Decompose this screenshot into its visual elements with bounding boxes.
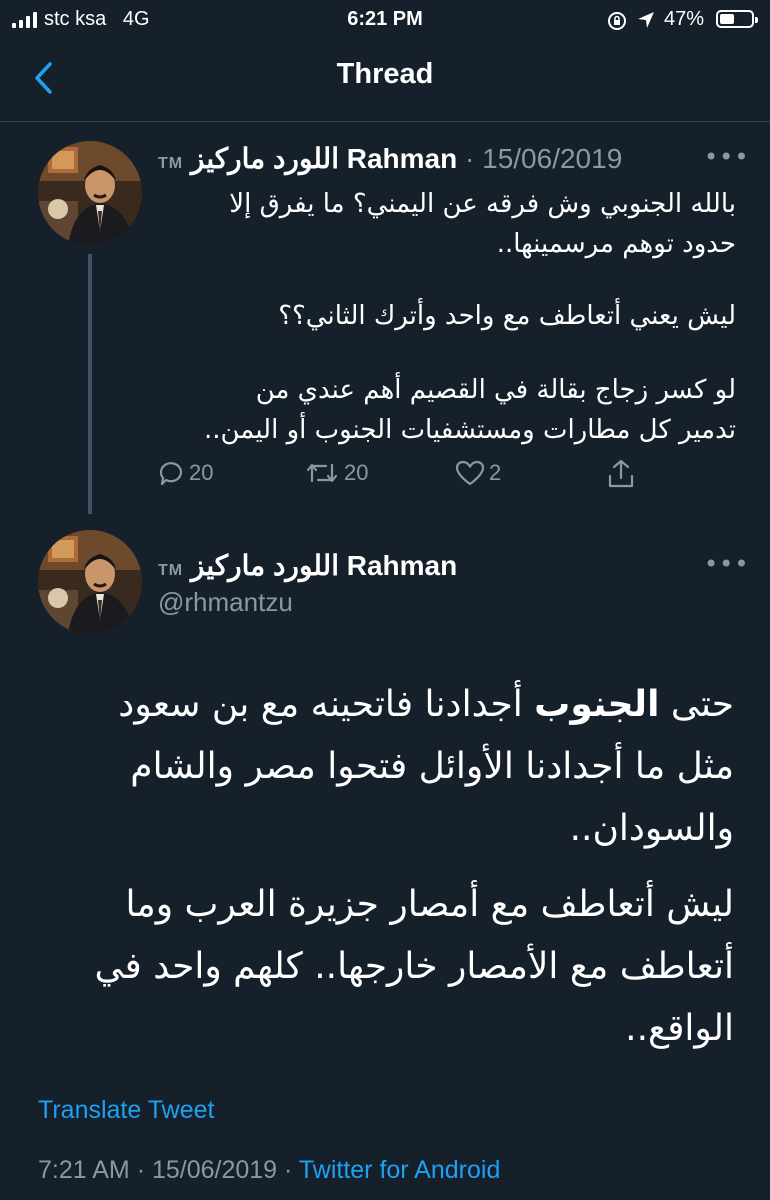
battery-icon [716, 10, 758, 28]
tweet-text-line: تدمير كل مطارات ومستشفيات الجنوب أو اليم… [203, 415, 736, 445]
share-icon[interactable] [606, 458, 636, 490]
tm-badge: TM [158, 155, 184, 172]
tweet-time: 7:21 AM [38, 1156, 130, 1184]
tm-badge: TM [158, 562, 184, 579]
page-title: Thread [336, 58, 434, 90]
tweet-header: TM اللورد ماركيز Rahman [158, 549, 457, 582]
tweet-text-line: ليش يعني أتعاطف مع واحد وأترك الثاني؟؟ [278, 301, 736, 331]
tweet-date[interactable]: 15/06/2019 [482, 143, 622, 174]
translate-tweet-link[interactable]: Translate Tweet [38, 1096, 214, 1125]
user-handle[interactable]: @rhmantzu [158, 587, 293, 618]
avatar[interactable] [38, 141, 142, 245]
battery-percent: 47% [664, 8, 705, 30]
tweet-text-line: مثل ما أجدادنا الأوائل فتحوا مصر والشام [130, 746, 734, 787]
tweet-text-line: حدود توهم مرسمينها.. [496, 229, 736, 259]
dot-separator: · [284, 1156, 293, 1184]
tweet-text-line: لو كسر زجاج بقالة في القصيم أهم عندي من [255, 375, 736, 405]
display-name[interactable]: اللورد ماركيز Rahman [191, 143, 457, 174]
reply-icon [159, 462, 183, 486]
header-divider [0, 121, 770, 122]
tweet-text-line: ليش أتعاطف مع أمصار جزيرة العرب وما [125, 884, 734, 925]
like-count: 2 [489, 460, 502, 485]
reply-button[interactable]: 20 [157, 459, 213, 487]
more-icon[interactable]: ••• [704, 143, 749, 171]
tweet-text-line: بالله الجنوبي وش فرقه عن اليمني؟ ما يفرق… [229, 189, 736, 219]
retweet-count: 20 [344, 460, 369, 485]
heart-icon [455, 460, 485, 486]
hashtag-bold: الجنوب [534, 684, 660, 725]
tweet-text-line: والسودان.. [569, 808, 734, 849]
like-button[interactable]: 2 [455, 459, 501, 487]
dot-separator: · [465, 143, 475, 174]
tweet-header: TM اللورد ماركيز Rahman · 15/06/2019 [158, 142, 622, 175]
rotation-lock-icon [608, 12, 626, 30]
more-icon[interactable]: ••• [704, 550, 749, 578]
dot-separator: · [136, 1156, 146, 1184]
tweet-source-link[interactable]: Twitter for Android [299, 1156, 500, 1184]
retweet-icon [306, 463, 338, 483]
retweet-button[interactable]: 20 [304, 459, 368, 487]
tweet-text-line: حتى الجنوب أجدادنا فاتحينه مع بن سعود [118, 684, 734, 725]
thread-connector-line [88, 254, 92, 514]
tweet-meta: 7:21 AM · 15/06/2019 · Twitter for Andro… [38, 1156, 500, 1185]
status-bar: stc ksa 4G 6:21 PM 47% [0, 0, 770, 40]
tweet-text-line: الواقع.. [625, 1008, 734, 1049]
tweet-text-line: أتعاطف مع الأمصار خارجها.. كلهم واحد في [94, 946, 734, 987]
display-name[interactable]: اللورد ماركيز Rahman [191, 550, 457, 581]
reply-count: 20 [189, 460, 214, 485]
tweet-date: 15/06/2019 [151, 1156, 278, 1184]
avatar[interactable] [38, 530, 142, 634]
location-icon [638, 12, 654, 28]
